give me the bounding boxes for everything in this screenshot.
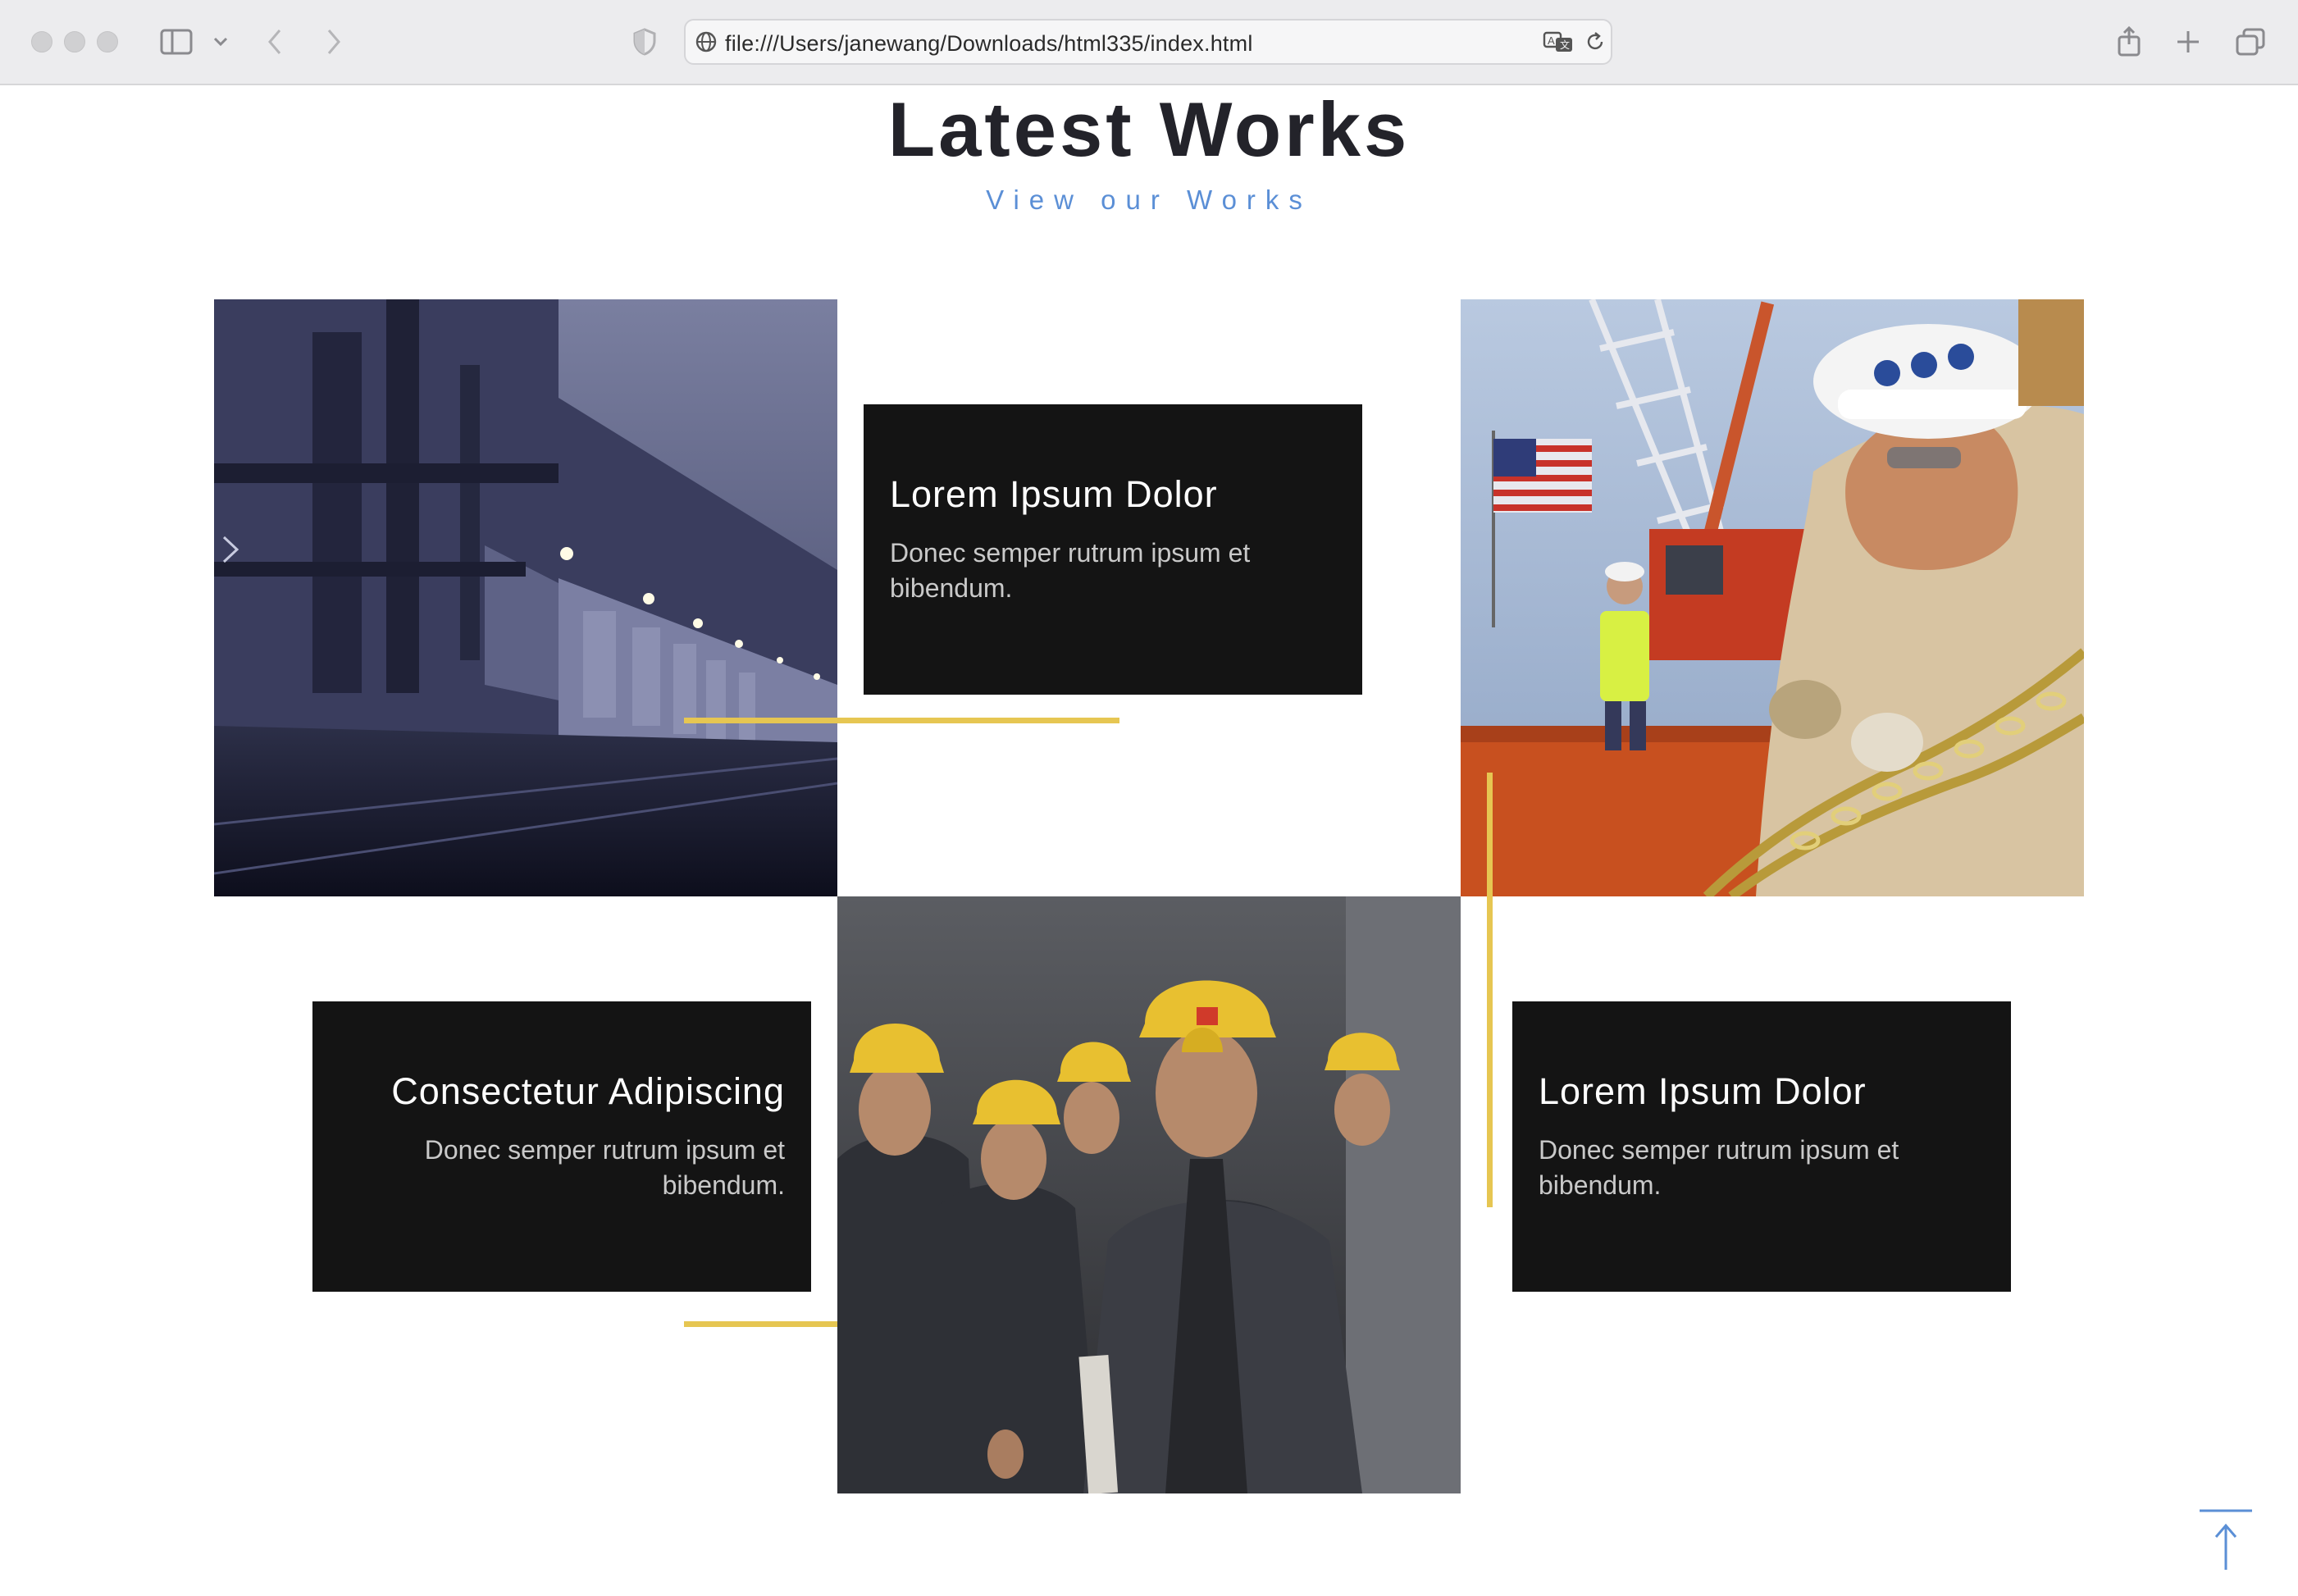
work-card-title: Lorem Ipsum Dolor xyxy=(1539,1070,1867,1112)
shield-icon[interactable] xyxy=(630,21,659,62)
svg-text:文: 文 xyxy=(1560,39,1570,51)
close-window-button[interactable] xyxy=(31,31,52,52)
chevron-down-icon[interactable] xyxy=(210,21,231,62)
tabs-overview-icon[interactable] xyxy=(2234,21,2267,62)
work-card-text: Donec semper rutrum ipsum et bibendum. xyxy=(1539,1135,1899,1200)
accent-line-vertical xyxy=(1487,773,1493,1207)
back-icon[interactable] xyxy=(262,21,287,62)
work-card-1[interactable]: Lorem Ipsum Dolor Donec semper rutrum ip… xyxy=(864,404,1362,695)
translate-icon[interactable]: A文 xyxy=(1542,22,1575,62)
url-text: file:///Users/janewang/Downloads/html335… xyxy=(725,31,1253,56)
minimize-window-button[interactable] xyxy=(64,31,85,52)
work-card-text: Donec semper rutrum ipsum et bibendum. xyxy=(890,538,1251,603)
accent-line xyxy=(684,718,1119,723)
share-icon[interactable] xyxy=(2114,21,2144,62)
arrow-up-icon xyxy=(2200,1509,2252,1570)
section-subtitle: View our Works xyxy=(986,185,1312,215)
sidebar-icon[interactable] xyxy=(157,21,195,62)
industrial-warehouse-night-photo[interactable] xyxy=(214,299,837,896)
back-to-top-button[interactable] xyxy=(2200,1509,2252,1571)
forward-icon[interactable] xyxy=(321,21,346,62)
svg-text:A: A xyxy=(1548,34,1555,47)
construction-worker-chains-photo[interactable] xyxy=(1461,299,2084,896)
latest-works-section: Latest Works View our Works Lorem Ipsum … xyxy=(0,87,2298,1596)
address-bar[interactable]: file:///Users/janewang/Downloads/html335… xyxy=(684,19,1612,65)
work-card-text: Donec semper rutrum ipsum et bibendum. xyxy=(424,1135,785,1200)
section-title: Latest Works xyxy=(887,86,1411,172)
globe-icon xyxy=(694,22,718,62)
work-card-2[interactable]: Consectetur Adipiscing Donec semper rutr… xyxy=(312,1001,811,1292)
browser-toolbar: file:///Users/janewang/Downloads/html335… xyxy=(0,0,2298,85)
reload-icon[interactable] xyxy=(1583,22,1607,62)
work-card-title: Consectetur Adipiscing xyxy=(391,1070,785,1112)
work-card-title: Lorem Ipsum Dolor xyxy=(890,473,1218,515)
new-tab-icon[interactable] xyxy=(2173,21,2203,62)
zoom-window-button[interactable] xyxy=(97,31,118,52)
work-card-3[interactable]: Lorem Ipsum Dolor Donec semper rutrum ip… xyxy=(1512,1001,2011,1292)
workers-yellow-hardhats-photo[interactable] xyxy=(837,896,1461,1493)
